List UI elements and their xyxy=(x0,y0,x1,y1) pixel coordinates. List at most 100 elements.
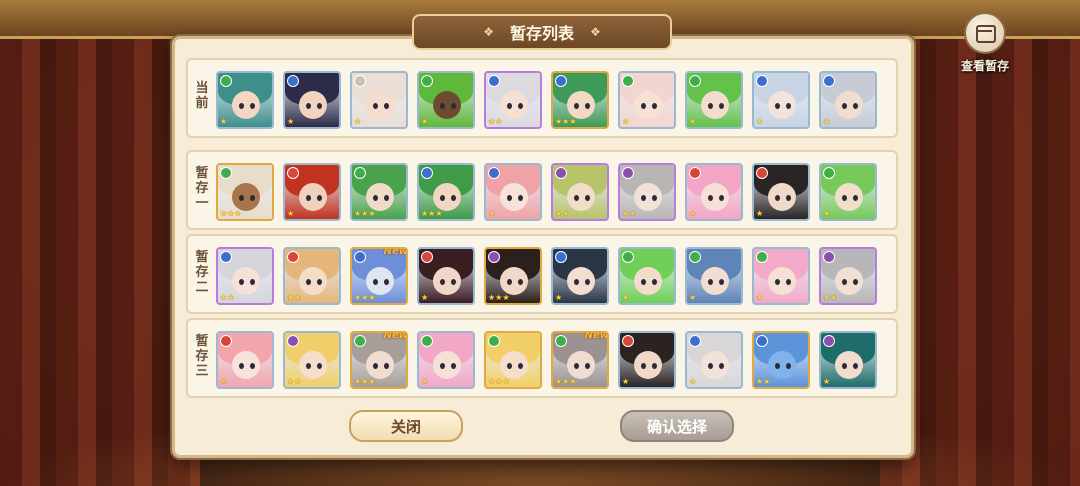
character-card[interactable]: ★★ xyxy=(551,163,609,221)
eye xyxy=(507,279,512,285)
character-card[interactable]: ★ xyxy=(685,247,743,305)
view-stash-button[interactable]: 查看暂存 xyxy=(952,12,1018,74)
eye xyxy=(317,103,322,109)
character-portrait xyxy=(232,183,260,211)
eye xyxy=(239,103,244,109)
rarity-stars: ★ xyxy=(421,117,429,126)
character-card[interactable]: ★★ xyxy=(618,163,676,221)
character-card[interactable]: ★★★ xyxy=(417,163,475,221)
eye xyxy=(853,195,858,201)
character-portrait xyxy=(433,183,461,211)
eye xyxy=(641,103,646,109)
character-card[interactable]: ★★★ xyxy=(484,331,542,389)
character-card[interactable]: ★ xyxy=(819,163,877,221)
character-card[interactable]: ★ xyxy=(216,71,274,129)
character-card[interactable]: ★ xyxy=(350,71,408,129)
character-card[interactable]: ★★ xyxy=(216,247,274,305)
character-card[interactable]: ★★ xyxy=(484,71,542,129)
character-card[interactable]: ★ xyxy=(551,247,609,305)
eye xyxy=(306,279,311,285)
rarity-stars: ★★ xyxy=(287,377,302,386)
character-card[interactable]: ★★ xyxy=(819,247,877,305)
character-card[interactable]: ★ xyxy=(819,331,877,389)
character-portrait xyxy=(232,267,260,295)
element-icon xyxy=(220,251,232,263)
close-button[interactable]: 关闭 xyxy=(349,410,463,442)
eye xyxy=(786,195,791,201)
character-card[interactable]: ★ xyxy=(618,71,676,129)
eye xyxy=(451,279,456,285)
character-card[interactable]: ★ xyxy=(618,247,676,305)
character-card[interactable]: ★ xyxy=(618,331,676,389)
eye xyxy=(574,279,579,285)
eye xyxy=(384,195,389,201)
eye xyxy=(250,195,255,201)
rarity-stars: ★★★ xyxy=(354,377,376,386)
eye xyxy=(518,103,523,109)
eye xyxy=(652,103,657,109)
eye xyxy=(518,195,523,201)
rarity-stars: ★★★ xyxy=(220,209,242,218)
character-card[interactable]: ★★ xyxy=(283,247,341,305)
character-card[interactable]: ★★★ New xyxy=(551,331,609,389)
element-icon xyxy=(421,167,433,179)
character-card[interactable]: ★ xyxy=(283,163,341,221)
character-portrait xyxy=(433,267,461,295)
character-portrait xyxy=(232,91,260,119)
eye xyxy=(306,103,311,109)
eye xyxy=(585,103,590,109)
character-card[interactable]: ★★★ xyxy=(350,163,408,221)
character-card[interactable]: ★ xyxy=(484,163,542,221)
character-card[interactable]: ★★★ xyxy=(484,247,542,305)
character-card[interactable]: ★ xyxy=(752,71,810,129)
character-card[interactable]: ★ xyxy=(685,331,743,389)
rarity-stars: ★ xyxy=(756,117,764,126)
character-card[interactable]: ★ xyxy=(685,71,743,129)
character-portrait xyxy=(567,351,595,379)
character-card[interactable]: ★ xyxy=(417,71,475,129)
element-icon xyxy=(488,75,500,87)
panel-title-banner: ❖ 暂存列表 ❖ xyxy=(412,14,672,50)
eye xyxy=(842,363,847,369)
eye xyxy=(853,279,858,285)
character-card[interactable]: ★ xyxy=(417,331,475,389)
character-card[interactable]: ★ xyxy=(216,331,274,389)
character-portrait xyxy=(634,351,662,379)
element-icon xyxy=(823,75,835,87)
character-card[interactable]: ★★ xyxy=(752,331,810,389)
character-portrait xyxy=(768,351,796,379)
eye xyxy=(585,363,590,369)
character-card[interactable]: ★ xyxy=(752,163,810,221)
character-card[interactable]: ★★★ xyxy=(216,163,274,221)
character-card[interactable]: ★★★ New xyxy=(350,247,408,305)
eye xyxy=(786,363,791,369)
confirm-selection-button[interactable]: 确认选择 xyxy=(620,410,734,442)
rarity-stars: ★ xyxy=(220,377,228,386)
eye xyxy=(451,103,456,109)
eye xyxy=(652,195,657,201)
character-portrait xyxy=(768,183,796,211)
character-card[interactable]: ★ xyxy=(819,71,877,129)
eye xyxy=(775,363,780,369)
eye xyxy=(384,103,389,109)
character-card[interactable]: ★★ xyxy=(283,331,341,389)
element-icon xyxy=(756,251,768,263)
character-card[interactable]: ★ xyxy=(752,247,810,305)
eye xyxy=(652,279,657,285)
character-card[interactable]: ★ xyxy=(417,247,475,305)
rarity-stars: ★★ xyxy=(488,117,503,126)
character-card[interactable]: ★ xyxy=(685,163,743,221)
character-card[interactable]: ★★★ New xyxy=(350,331,408,389)
character-card[interactable]: ★★★ xyxy=(551,71,609,129)
rarity-stars: ★★★ xyxy=(354,293,376,302)
character-portrait xyxy=(500,267,528,295)
character-card[interactable]: ★ xyxy=(283,71,341,129)
element-icon xyxy=(689,251,701,263)
rarity-stars: ★★★ xyxy=(354,209,376,218)
rarity-stars: ★ xyxy=(488,209,496,218)
rarity-stars: ★ xyxy=(756,293,764,302)
rarity-stars: ★ xyxy=(220,117,228,126)
character-portrait xyxy=(835,267,863,295)
eye xyxy=(842,103,847,109)
element-icon xyxy=(689,335,701,347)
